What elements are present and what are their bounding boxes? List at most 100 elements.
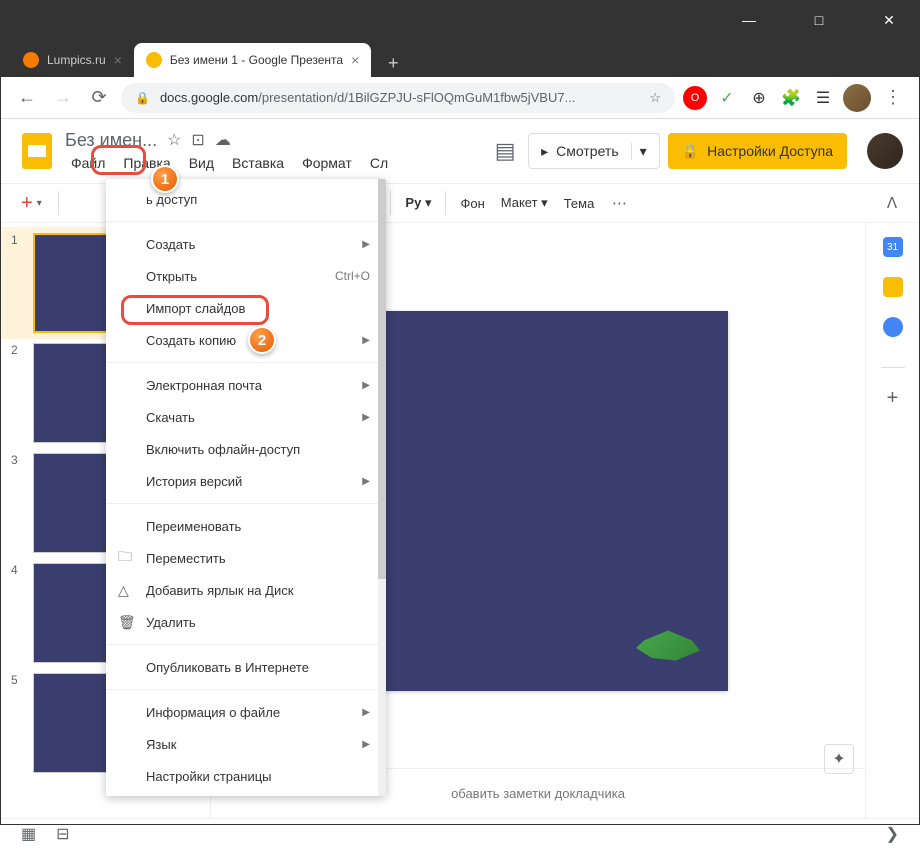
trash-icon: 🗑 — [118, 614, 136, 631]
present-label: Смотреть — [556, 143, 618, 159]
url-path: /presentation/d/1BilGZPJU-sFlOQmGuM1fbw5… — [258, 90, 575, 105]
calendar-icon[interactable]: 31 — [883, 237, 903, 257]
tasks-icon[interactable] — [883, 317, 903, 337]
separator — [106, 221, 386, 222]
current-slide[interactable] — [348, 311, 728, 691]
menu-item-rename[interactable]: Переименовать — [106, 510, 386, 542]
slide-number: 3 — [11, 453, 25, 553]
theme-button[interactable]: Тема — [558, 196, 601, 211]
separator — [390, 191, 391, 215]
browser-tab-lumpics[interactable]: Lumpics.ru × — [11, 43, 134, 77]
menu-item-offline[interactable]: Включить офлайн-доступ — [106, 433, 386, 465]
slide-number: 1 — [11, 233, 25, 333]
browser-tab-slides[interactable]: Без имени 1 - Google Презента × — [134, 43, 371, 77]
window-titlebar: — □ ✕ — [1, 1, 919, 39]
app-header: Без имен... ☆ ⊡ ☁ Файл Правка Вид Вставк… — [1, 119, 919, 183]
window-maximize-button[interactable]: □ — [799, 5, 839, 35]
separator — [58, 191, 59, 215]
reading-list-icon[interactable]: ☰ — [811, 86, 835, 110]
menu-item-share[interactable]: ь доступ — [106, 183, 386, 215]
url-input[interactable]: 🔒 docs.google.com/presentation/d/1BilGZP… — [121, 83, 675, 113]
background-button[interactable]: Фон — [454, 196, 490, 211]
share-button[interactable]: 🔒 Настройки Доступа — [668, 133, 847, 169]
menu-item-make-copy[interactable]: Создать копию▶ — [106, 324, 386, 356]
separator — [106, 362, 386, 363]
bottom-bar: ▦ ⊟ ❯ — [1, 818, 919, 848]
collapse-toolbar-icon[interactable]: ᐱ — [877, 188, 907, 218]
side-panel-toggle-icon[interactable]: ❯ — [886, 824, 899, 844]
menu-item-delete[interactable]: 🗑Удалить — [106, 606, 386, 638]
menu-item-move[interactable]: 🗀Переместить — [106, 542, 386, 574]
grid-view-icon[interactable]: ▦ — [21, 824, 36, 844]
dropdown-scrollbar[interactable] — [378, 179, 386, 796]
extensions-icon[interactable]: 🧩 — [779, 86, 803, 110]
slides-logo-icon[interactable] — [17, 131, 57, 171]
keep-icon[interactable] — [883, 277, 903, 297]
transition-button[interactable]: Py ▾ — [399, 195, 437, 211]
tab-title: Без имени 1 - Google Презента — [170, 53, 343, 67]
menu-format[interactable]: Формат — [296, 153, 358, 173]
window-minimize-button[interactable]: — — [729, 5, 769, 35]
reload-button[interactable]: ⟳ — [85, 84, 113, 112]
move-icon[interactable]: ⊡ — [191, 130, 204, 150]
browser-menu-button[interactable]: ⋮ — [879, 84, 907, 112]
more-tools-icon[interactable]: ⋯ — [604, 188, 634, 218]
extension-icon[interactable]: ✓ — [715, 86, 739, 110]
menu-item-import-slides[interactable]: Импорт слайдов — [106, 292, 386, 324]
slide-number: 5 — [11, 673, 25, 773]
play-icon: ▸ — [541, 143, 548, 160]
lock-icon: 🔒 — [135, 91, 150, 105]
url-domain: docs.google.com — [160, 90, 258, 105]
menu-item-version-history[interactable]: История версий▶ — [106, 465, 386, 497]
document-title[interactable]: Без имен... — [65, 130, 157, 151]
callout-2: 2 — [248, 326, 276, 354]
explore-button[interactable]: ✦ — [824, 744, 854, 774]
menu-item-new[interactable]: Создать▶ — [106, 228, 386, 260]
separator — [106, 644, 386, 645]
back-button[interactable]: ← — [13, 84, 41, 112]
tab-close-icon[interactable]: × — [114, 52, 122, 68]
menu-item-download[interactable]: Скачать▶ — [106, 401, 386, 433]
menu-insert[interactable]: Вставка — [226, 153, 290, 173]
user-avatar[interactable] — [867, 133, 903, 169]
present-button[interactable]: ▸ Смотреть ▾ — [528, 133, 660, 169]
bookmark-icon[interactable]: ☆ — [649, 90, 661, 106]
star-icon[interactable]: ☆ — [167, 130, 181, 150]
slide-graphic — [628, 621, 708, 671]
menu-item-add-shortcut[interactable]: △Добавить ярлык на Диск — [106, 574, 386, 606]
favicon-icon — [23, 52, 39, 68]
add-addon-icon[interactable]: + — [883, 388, 903, 408]
folder-icon: 🗀 — [118, 546, 132, 570]
separator — [445, 191, 446, 215]
menu-slide[interactable]: Сл — [364, 153, 394, 173]
menu-item-open[interactable]: ОткрытьCtrl+O — [106, 260, 386, 292]
extension-icon[interactable]: ⊕ — [747, 86, 771, 110]
lock-icon: 🔒 — [682, 143, 699, 160]
window-close-button[interactable]: ✕ — [869, 5, 909, 35]
separator — [106, 689, 386, 690]
present-dropdown-icon[interactable]: ▾ — [631, 143, 647, 160]
filmstrip-icon[interactable]: ⊟ — [56, 824, 69, 844]
address-bar: ← → ⟳ 🔒 docs.google.com/presentation/d/1… — [1, 77, 919, 119]
comments-icon[interactable]: ▤ — [490, 136, 520, 166]
menu-item-language[interactable]: Язык▶ — [106, 728, 386, 760]
menu-item-page-setup[interactable]: Настройки страницы — [106, 760, 386, 792]
menu-bar: Файл Правка Вид Вставка Формат Сл — [65, 153, 482, 173]
new-slide-button[interactable]: +▾ — [13, 192, 50, 215]
menu-item-publish[interactable]: Опубликовать в Интернете — [106, 651, 386, 683]
extension-icon[interactable]: O — [683, 86, 707, 110]
menu-item-file-info[interactable]: Информация о файле▶ — [106, 696, 386, 728]
browser-avatar[interactable] — [843, 84, 871, 112]
cloud-icon[interactable]: ☁ — [215, 130, 231, 150]
tab-close-icon[interactable]: × — [351, 52, 359, 68]
menu-view[interactable]: Вид — [183, 153, 220, 173]
separator — [106, 503, 386, 504]
tab-title: Lumpics.ru — [47, 53, 106, 67]
side-panel: 31 + — [865, 223, 919, 818]
forward-button[interactable]: → — [49, 84, 77, 112]
menu-item-email[interactable]: Электронная почта▶ — [106, 369, 386, 401]
slide-number: 4 — [11, 563, 25, 663]
new-tab-button[interactable]: + — [379, 49, 407, 77]
layout-button[interactable]: Макет ▾ — [495, 195, 554, 211]
menu-file[interactable]: Файл — [65, 153, 111, 173]
